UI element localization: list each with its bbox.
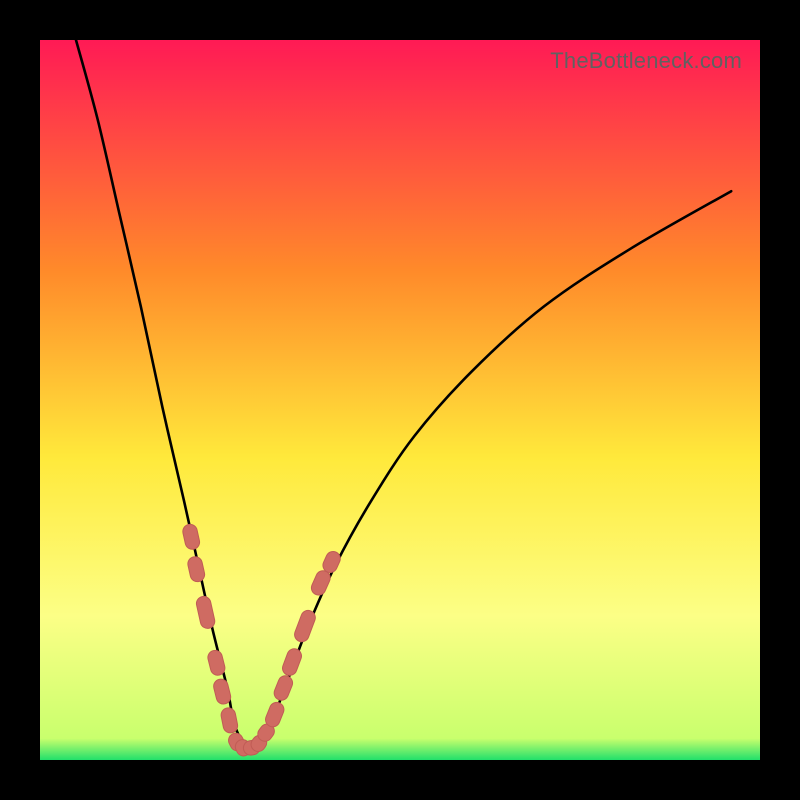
watermark-text: TheBottleneck.com <box>550 48 742 74</box>
trough-marker <box>206 649 226 677</box>
trough-marker <box>293 608 318 643</box>
plot-area: TheBottleneck.com <box>40 40 760 760</box>
trough-marker <box>186 555 206 583</box>
trough-marker <box>181 523 201 551</box>
trough-marker <box>220 707 239 735</box>
trough-marker <box>212 678 232 706</box>
trough-marker <box>195 595 216 630</box>
frame-root: TheBottleneck.com <box>0 0 800 800</box>
trough-marker <box>280 647 303 678</box>
trough-marker <box>272 674 295 703</box>
trough-markers <box>40 40 760 760</box>
